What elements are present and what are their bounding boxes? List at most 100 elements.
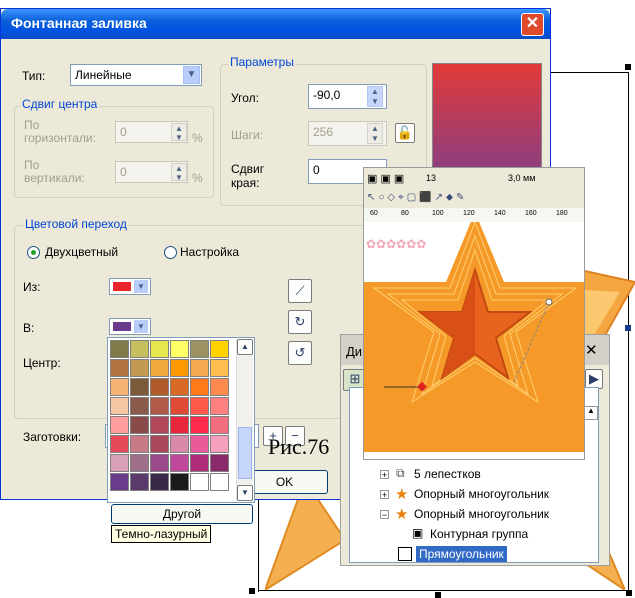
palette-swatch[interactable] <box>130 397 149 415</box>
palette-swatch[interactable] <box>150 435 169 453</box>
palette-swatch[interactable] <box>210 473 229 491</box>
selection-handle[interactable] <box>249 588 255 594</box>
scroll-up-icon[interactable]: ▲ <box>237 339 253 355</box>
from-color-button[interactable]: ▼ <box>109 278 151 295</box>
close-icon[interactable]: ✕ <box>585 341 598 359</box>
palette-swatch[interactable] <box>190 435 209 453</box>
palette-swatch[interactable] <box>150 340 169 358</box>
lock-steps-button[interactable]: 🔓 <box>395 123 415 143</box>
scroll-down-icon[interactable]: ▼ <box>237 485 253 501</box>
palette-swatch[interactable] <box>210 454 229 472</box>
arrow-right-icon[interactable]: ▶ <box>585 369 603 389</box>
scroll-thumb[interactable] <box>238 427 252 479</box>
horizontal-spinner[interactable]: ▲ ▼ <box>171 123 187 142</box>
to-color-button[interactable]: ▼ <box>109 318 151 335</box>
figure-caption: Рис.76 <box>268 434 330 459</box>
type-label: Тип: <box>22 69 46 83</box>
palette-swatch[interactable] <box>110 359 129 377</box>
palette-swatch[interactable] <box>110 397 129 415</box>
palette-swatch[interactable] <box>170 454 189 472</box>
star-artwork: ✿✿✿✿✿✿ <box>364 222 584 459</box>
palette-swatch[interactable] <box>130 378 149 396</box>
scroll-up-icon[interactable]: ▲ <box>584 406 598 420</box>
palette-swatch[interactable] <box>190 454 209 472</box>
steps-spinner[interactable]: ▲ ▼ <box>367 123 383 144</box>
palette-swatch[interactable] <box>190 340 209 358</box>
palette-swatch[interactable] <box>190 397 209 415</box>
direct-blend-button[interactable]: ⟋ <box>288 279 312 303</box>
palette-swatch[interactable] <box>170 378 189 396</box>
star-icon: ★ <box>395 486 409 503</box>
other-color-button[interactable]: Другой <box>111 504 253 524</box>
expand-icon[interactable]: + <box>380 490 389 500</box>
toolbar-icon[interactable]: ▣ ▣ ▣ <box>367 172 404 185</box>
palette-swatch[interactable] <box>150 473 169 491</box>
angle-spinner[interactable]: ▲ ▼ <box>367 86 383 107</box>
palette-swatch[interactable] <box>110 435 129 453</box>
palette-swatch[interactable] <box>130 416 149 434</box>
palette-swatch[interactable] <box>110 340 129 358</box>
page-border-left <box>258 500 259 592</box>
palette-swatch[interactable] <box>190 416 209 434</box>
two-color-radio[interactable] <box>27 246 40 259</box>
palette-swatch[interactable] <box>150 397 169 415</box>
outline-value[interactable]: 3,0 мм <box>508 173 535 183</box>
counterclockwise-icon: ↺ <box>294 345 306 360</box>
palette-swatch[interactable] <box>130 473 149 491</box>
palette-grid <box>110 340 230 492</box>
selection-handle[interactable] <box>625 64 631 70</box>
ruler-tick-label: 60 <box>370 210 378 217</box>
chevron-down-icon[interactable]: ▼ <box>183 66 200 84</box>
palette-swatch[interactable] <box>210 359 229 377</box>
palette-swatch[interactable] <box>210 378 229 396</box>
center-offset-title: Сдвиг центра <box>20 97 100 111</box>
ruler-tick-label: 100 <box>432 210 444 217</box>
clockwise-blend-button[interactable]: ↻ <box>288 310 312 334</box>
selection-handle[interactable] <box>626 590 632 596</box>
palette-swatch[interactable] <box>210 435 229 453</box>
selection-handle[interactable] <box>435 592 441 598</box>
palette-swatch[interactable] <box>170 340 189 358</box>
palette-swatch[interactable] <box>150 416 169 434</box>
custom-radio[interactable] <box>164 246 177 259</box>
title-bar[interactable]: Фонтанная заливка ✕ <box>1 9 550 39</box>
steps-label: Шаги: <box>231 128 264 142</box>
palette-swatch[interactable] <box>170 435 189 453</box>
palette-swatch[interactable] <box>110 416 129 434</box>
close-button[interactable]: ✕ <box>521 13 544 36</box>
palette-swatch[interactable] <box>110 454 129 472</box>
palette-swatch[interactable] <box>170 416 189 434</box>
palette-swatch[interactable] <box>130 454 149 472</box>
tool-icons[interactable]: ↖○◇⌖▢⬛↗⬥✎ <box>367 192 467 203</box>
palette-swatch[interactable] <box>150 359 169 377</box>
palette-swatch[interactable] <box>190 473 209 491</box>
color-tooltip: Темно-лазурный <box>111 525 212 543</box>
palette-swatch[interactable] <box>150 378 169 396</box>
palette-swatch[interactable] <box>210 340 229 358</box>
palette-swatch[interactable] <box>130 359 149 377</box>
palette-swatch[interactable] <box>130 435 149 453</box>
palette-swatch[interactable] <box>190 378 209 396</box>
palette-swatch[interactable] <box>130 340 149 358</box>
collapse-icon[interactable]: − <box>380 510 389 520</box>
star-workspace[interactable]: ▣ ▣ ▣ 13 3,0 мм ↖○◇⌖▢⬛↗⬥✎ 60 80 100 120 140 1… <box>363 167 585 460</box>
palette-swatch[interactable] <box>210 416 229 434</box>
tools-toolbar: ↖○◇⌖▢⬛↗⬥✎ <box>364 190 584 208</box>
color-palette-dropdown[interactable]: ▲ ▼ <box>107 337 255 503</box>
palette-scrollbar[interactable]: ▲ ▼ <box>236 339 253 501</box>
contour-group-icon: ▣ <box>412 526 424 540</box>
palette-swatch[interactable] <box>110 473 129 491</box>
palette-swatch[interactable] <box>210 397 229 415</box>
palette-swatch[interactable] <box>150 454 169 472</box>
property-toolbar: ▣ ▣ ▣ 13 3,0 мм <box>364 168 584 191</box>
palette-swatch[interactable] <box>170 473 189 491</box>
vertical-spinner[interactable]: ▲ ▼ <box>171 163 187 182</box>
palette-swatch[interactable] <box>190 359 209 377</box>
chevron-down-icon: ▼ <box>134 320 148 333</box>
palette-swatch[interactable] <box>110 378 129 396</box>
expand-icon[interactable]: + <box>380 470 389 480</box>
counterclockwise-blend-button[interactable]: ↺ <box>288 341 312 365</box>
palette-swatch[interactable] <box>170 359 189 377</box>
size-value[interactable]: 13 <box>426 173 436 183</box>
palette-swatch[interactable] <box>170 397 189 415</box>
